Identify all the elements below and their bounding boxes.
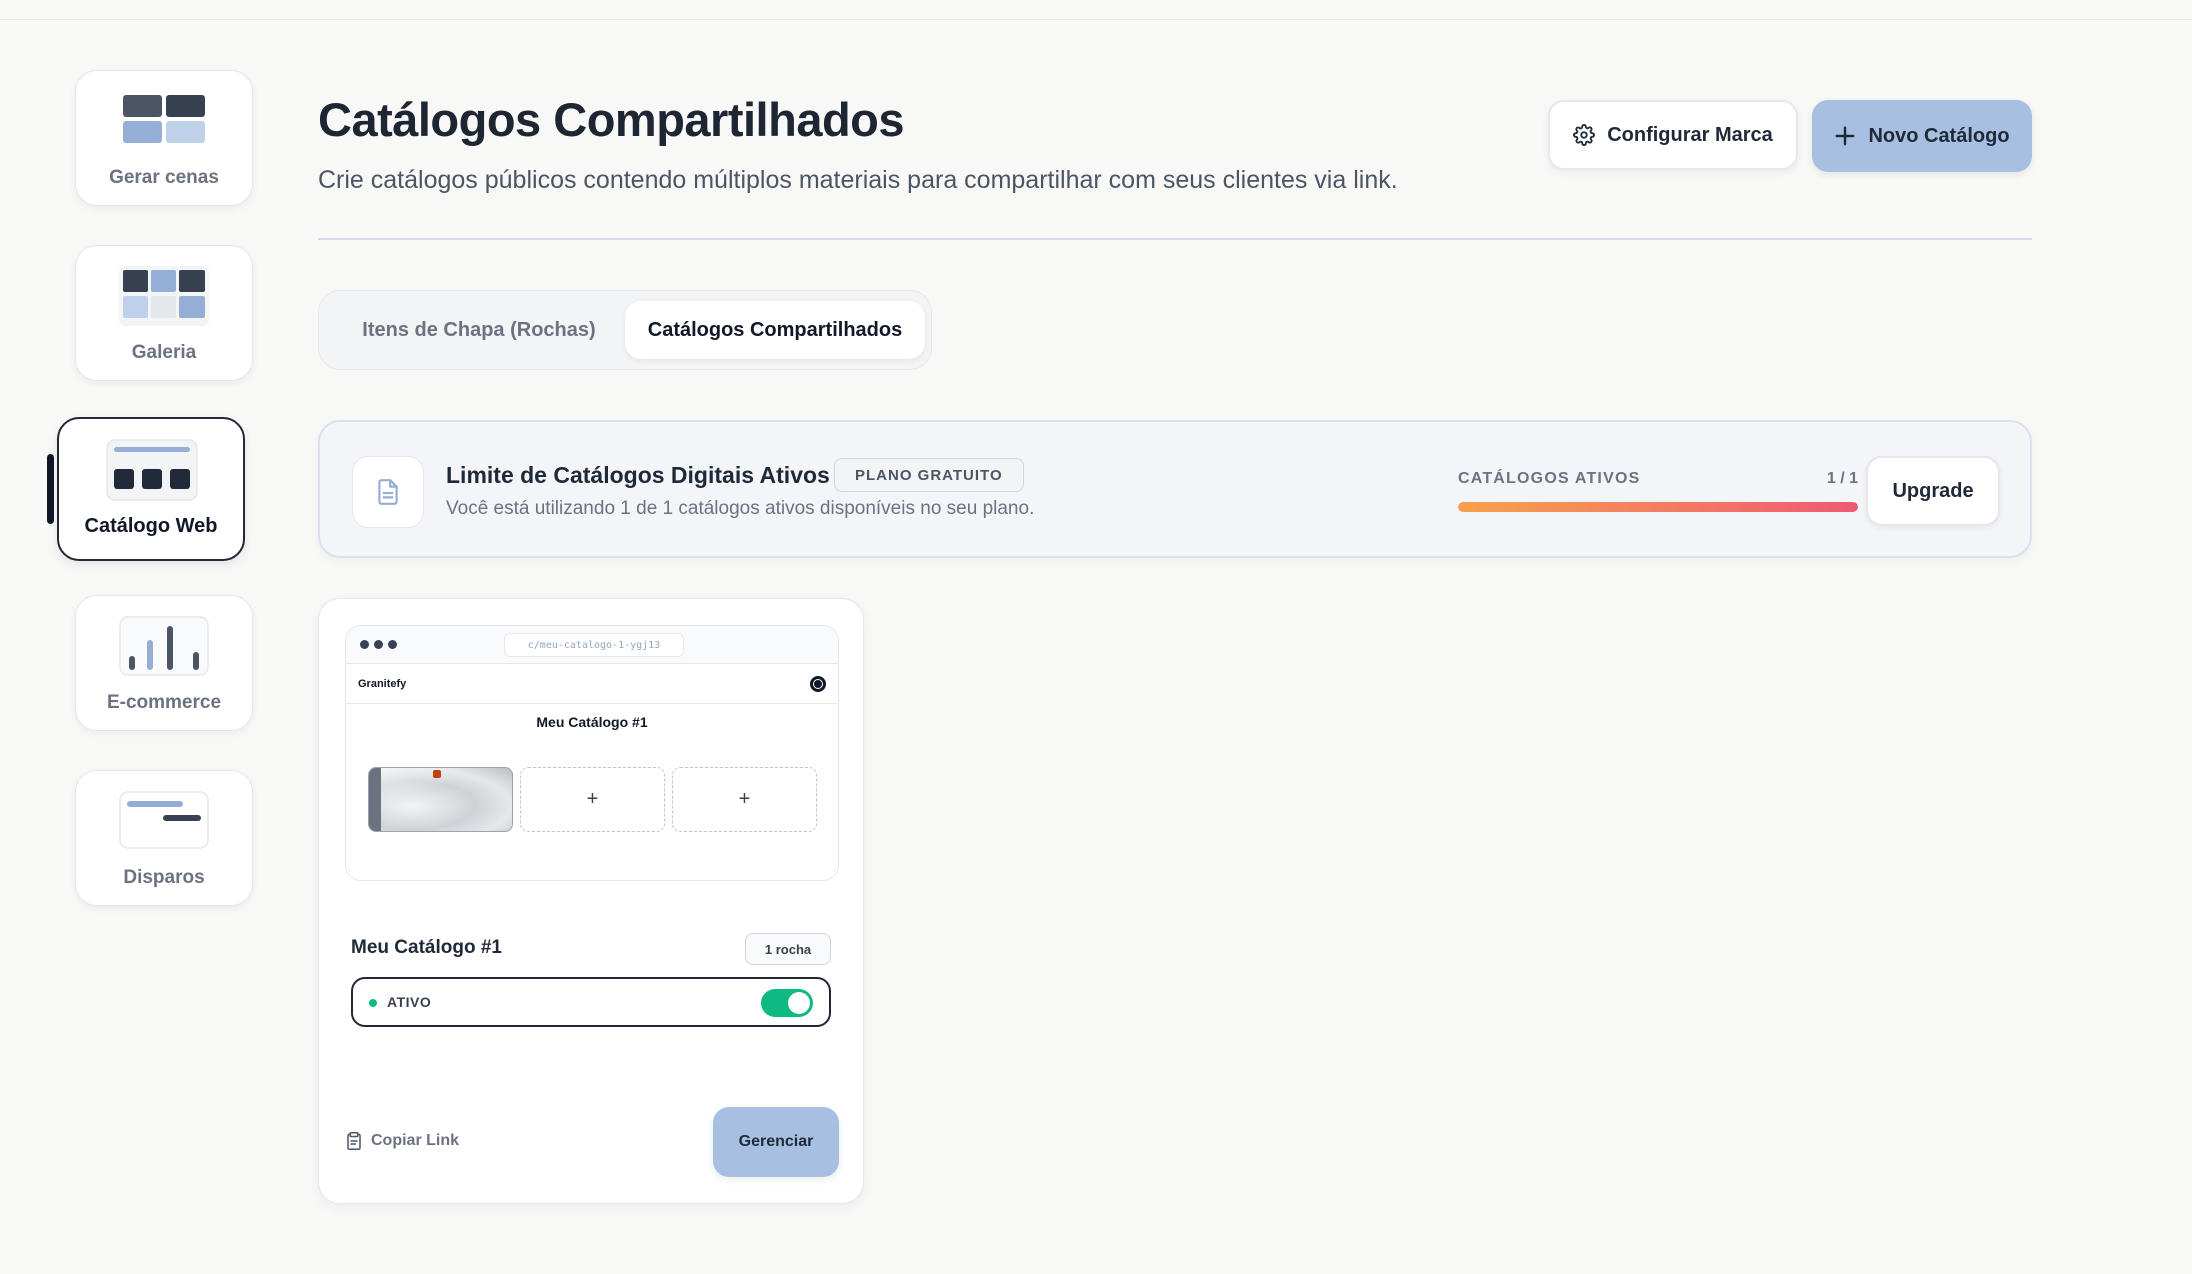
configure-brand-button[interactable]: Configurar Marca bbox=[1548, 100, 1798, 170]
brand-logo-icon bbox=[810, 676, 826, 692]
limit-description: Você está utilizando 1 de 1 catálogos at… bbox=[446, 498, 1035, 519]
browser-bar: c/meu-catalogo-1-ygj13 bbox=[346, 626, 838, 664]
sidebar-item-label: E-commerce bbox=[106, 692, 222, 713]
sidebar-item-catalogo-web[interactable]: Catálogo Web bbox=[57, 417, 245, 561]
sidebar-item-label: Disparos bbox=[123, 867, 205, 888]
active-catalogs-count: 1 / 1 bbox=[1826, 470, 1858, 487]
status-row: ATIVO bbox=[351, 977, 831, 1027]
scenes-icon bbox=[119, 91, 209, 151]
catalog-card: c/meu-catalogo-1-ygj13 Granitefy Meu Cat… bbox=[318, 598, 864, 1204]
tab-itens-de-chapa[interactable]: Itens de Chapa (Rochas) bbox=[329, 301, 629, 359]
gallery-icon bbox=[119, 266, 209, 326]
page-title: Catálogos Compartilhados bbox=[318, 93, 905, 146]
message-icon bbox=[119, 791, 209, 851]
stone-thumbnail bbox=[368, 767, 513, 832]
add-slot: + bbox=[520, 767, 665, 832]
page-subtitle: Crie catálogos públicos contendo múltipl… bbox=[318, 166, 1398, 194]
preview-brand: Granitefy bbox=[358, 678, 407, 690]
catalog-preview[interactable]: c/meu-catalogo-1-ygj13 Granitefy Meu Cat… bbox=[345, 625, 839, 881]
new-catalog-button[interactable]: Novo Catálogo bbox=[1812, 100, 2032, 172]
catalog-name: Meu Catálogo #1 bbox=[351, 937, 502, 958]
active-indicator bbox=[47, 454, 54, 524]
tab-bar: Itens de Chapa (Rochas) Catálogos Compar… bbox=[318, 290, 932, 370]
window-dot bbox=[360, 640, 369, 649]
sidebar-item-label: Gerar cenas bbox=[109, 167, 219, 188]
top-border bbox=[0, 0, 2192, 20]
window-dot bbox=[388, 640, 397, 649]
document-icon bbox=[352, 456, 424, 528]
add-slot: + bbox=[672, 767, 817, 832]
status-label: ATIVO bbox=[387, 994, 432, 1010]
clipboard-icon bbox=[347, 1132, 361, 1150]
gear-icon bbox=[1573, 124, 1596, 146]
usage-progress-bar bbox=[1458, 502, 1858, 512]
sidebar-item-label: Galeria bbox=[131, 342, 197, 363]
active-toggle[interactable] bbox=[761, 989, 813, 1017]
active-catalogs-label: CATÁLOGOS ATIVOS bbox=[1458, 470, 1641, 487]
plus-icon bbox=[1835, 126, 1855, 146]
preview-site-header: Granitefy bbox=[346, 664, 838, 704]
upgrade-button[interactable]: Upgrade bbox=[1866, 456, 2000, 526]
catalog-limit-banner: Limite de Catálogos Digitais Ativos PLAN… bbox=[318, 420, 2032, 558]
window-dot bbox=[374, 640, 383, 649]
preview-title: Meu Catálogo #1 bbox=[536, 714, 648, 730]
sidebar-item-galeria[interactable]: Galeria bbox=[75, 245, 253, 381]
sidebar-item-disparos[interactable]: Disparos bbox=[75, 770, 253, 906]
sidebar-item-ecommerce[interactable]: E-commerce bbox=[75, 595, 253, 731]
header-divider bbox=[318, 238, 2032, 240]
tab-catalogos-compartilhados[interactable]: Catálogos Compartilhados bbox=[625, 301, 925, 359]
bar-chart-icon bbox=[119, 616, 209, 676]
usage-progress-fill bbox=[1458, 502, 1858, 512]
manage-button[interactable]: Gerenciar bbox=[713, 1107, 839, 1177]
status-dot bbox=[369, 999, 377, 1007]
new-catalog-label: Novo Catálogo bbox=[1868, 124, 2010, 147]
configure-brand-label: Configurar Marca bbox=[1607, 123, 1773, 146]
item-count-badge: 1 rocha bbox=[745, 933, 831, 965]
copy-link-label: Copiar Link bbox=[371, 1132, 460, 1149]
preview-url: c/meu-catalogo-1-ygj13 bbox=[504, 633, 684, 657]
web-catalog-icon bbox=[106, 439, 198, 501]
sidebar-item-gerar-cenas[interactable]: Gerar cenas bbox=[75, 70, 253, 206]
limit-title: Limite de Catálogos Digitais Ativos bbox=[446, 462, 830, 488]
copy-link-button[interactable]: Copiar Link bbox=[345, 1131, 459, 1151]
sidebar-item-label: Catálogo Web bbox=[84, 515, 218, 537]
plan-badge: PLANO GRATUITO bbox=[834, 458, 1024, 492]
